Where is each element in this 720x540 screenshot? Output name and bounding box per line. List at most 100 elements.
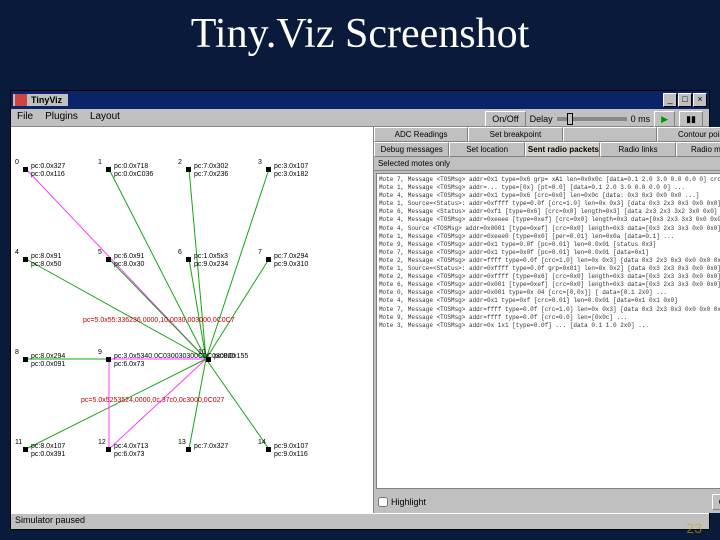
mote-node[interactable] [23,257,28,262]
menu-layout[interactable]: Layout [90,111,120,124]
clear-button[interactable]: Clear [712,494,720,510]
step-button[interactable]: ▮▮ [679,111,703,127]
mote-label: pc:8.0x294pc:0.0x091 [31,353,65,368]
log-line[interactable]: Mote 4, Message <TOSMsg> addr=0xeeee [ty… [379,216,720,224]
mote-node[interactable] [106,357,111,362]
mote-node[interactable] [23,357,28,362]
log-line[interactable]: Mote 6, Message <TOSMsg> addr=0x001 [typ… [379,281,720,289]
log-line[interactable]: Mote 0, Message <TOSMsg> addr=0x001 type… [379,289,720,297]
mote-id: 4 [15,249,19,257]
log-line[interactable]: Mote 2, Message <TOSMsg> addr=0xffff [ty… [379,273,720,281]
mote-id: 6 [178,249,182,257]
play-button[interactable]: ▶ [654,111,675,127]
status-bar: Simulator paused [11,513,709,529]
mote-id: 5 [98,249,102,257]
mote-label: pc:8.0x155 [214,353,248,361]
network-edge [206,259,269,359]
menu-plugins[interactable]: Plugins [45,111,78,124]
mote-label: pc:7.0x294pc:9.0x310 [274,253,308,268]
tab-sent-radio-packets[interactable]: Sent radio packets [525,142,600,157]
highlight-checkbox[interactable]: Highlight [378,497,426,507]
tab-set-breakpoint[interactable]: Set breakpoint [468,127,562,142]
network-edge [26,259,206,359]
log-line[interactable]: Mote 3, Message <TOSMsg> addr=0x 1x1 [ty… [379,322,720,330]
mote-id: 11 [15,439,22,447]
mote-label: pc:1.0x5x3pc:9.0x234 [194,253,228,268]
mote-node[interactable] [106,167,111,172]
slider-thumb[interactable] [567,113,573,125]
selected-motes-label: Selected motes only [374,157,720,171]
tabs-row1: ADC Readings Set breakpoint Contour poin… [374,127,720,142]
close-button[interactable]: × [693,93,707,107]
app-icon [15,94,27,106]
mote-node[interactable] [266,447,271,452]
mote-node[interactable] [106,257,111,262]
mote-node[interactable] [106,447,111,452]
menu-file[interactable]: File [17,111,33,124]
log-line[interactable]: Mote 7, Message <TOSMsg> addr=0x1 type=0… [379,249,720,257]
log-line[interactable]: Mote 2, Message <TOSMsg> addr=ffff type=… [379,257,720,265]
tab-radio-model[interactable]: Radio model [676,142,720,157]
tab-blank[interactable] [563,127,657,142]
menubar: File Plugins Layout On/Off Delay 0 ms ▶ … [11,109,709,127]
log-line[interactable]: Mote 4, Source <TOSMsg> addr=0x0001 [typ… [379,225,720,233]
mote-node[interactable] [23,167,28,172]
slide-page-number: 23 [686,520,702,536]
mote-node[interactable] [206,357,211,362]
mote-id: 14 [258,439,266,447]
log-line[interactable]: Mote 4, Message <TOSMsg> addr=0x1 type=0… [379,297,720,305]
log-line[interactable]: Mote 1, Source=<Status>: addr=0xffff typ… [379,200,720,208]
mote-label: pc:7.0x327 [194,443,228,451]
log-line[interactable]: Mote 7, Message <TOSMsg> addr=0x1 type=0… [379,176,720,184]
mote-node[interactable] [266,167,271,172]
packet-log[interactable]: Mote 7, Message <TOSMsg> addr=0x1 type=0… [376,173,720,489]
mote-node[interactable] [186,447,191,452]
window-title: TinyViz [31,95,62,105]
bottom-bar: Highlight Clear [374,491,720,513]
mote-id: 0 [15,159,19,167]
mote-id: 12 [98,439,106,447]
right-panel: ADC Readings Set breakpoint Contour poin… [374,127,720,513]
main-area: 0pc:0.0x327pc:0.0x1161pc:0.0x718pc:0.0xC… [11,127,709,513]
log-line[interactable]: Mote 9, Message <TOSMsg> addr=0x1 type=0… [379,241,720,249]
mote-label: pc:8.0x91pc:8.0x50 [31,253,61,268]
highlight-check-input[interactable] [378,497,388,507]
mote-node[interactable] [266,257,271,262]
tab-contour-points[interactable]: Contour points [657,127,720,142]
mote-id: 7 [258,249,262,257]
mote-label: pc:0.0x718pc:0.0xC036 [114,163,153,178]
tab-adc-readings[interactable]: ADC Readings [374,127,468,142]
log-line[interactable]: Mote 9, Message <TOSMsg> addr=ffff type=… [379,314,720,322]
tab-debug-messages[interactable]: Debug messages [374,142,449,157]
log-line[interactable]: Mote 4, Message <TOSMsg> addr=0x1 type=0… [379,192,720,200]
tabs-row2: Debug messages Set location Sent radio p… [374,142,720,157]
mote-node[interactable] [186,167,191,172]
tinyviz-window: TinyViz _ □ × File Plugins Layout On/Off… [10,90,710,530]
maximize-button[interactable]: □ [678,93,692,107]
tab-radio-links[interactable]: Radio links [600,142,675,157]
mote-id: 9 [98,349,102,357]
mote-label: pc:3.0x107pc:3.0x182 [274,163,308,178]
mote-label: pc:9.0x107pc:9.0x116 [274,443,308,458]
mote-node[interactable] [186,257,191,262]
delay-label: Delay [530,114,553,124]
mote-id: 13 [178,439,186,447]
mote-label: pc:4.0x713pc:6.0x73 [114,443,148,458]
log-line[interactable]: Mote 1, Message <TOSMsg> addr=0xeee0 [ty… [379,233,720,241]
delay-slider[interactable] [557,117,627,121]
toolbar: On/Off Delay 0 ms ▶ ▮▮ [485,111,703,127]
titlebar: TinyViz _ □ × [11,91,709,109]
log-line[interactable]: Mote 7, Message <TOSMsg> addr=ffff type=… [379,306,720,314]
minimize-button[interactable]: _ [663,93,677,107]
onoff-button[interactable]: On/Off [485,111,525,127]
mote-label: pc:6.0x91pc:8.0x30 [114,253,144,268]
tab-set-location[interactable]: Set location [449,142,524,157]
log-line[interactable]: Mote 1, Message <TOSMsg> addr=... type=[… [379,184,720,192]
mote-label: pc:0.0x327pc:0.0x116 [31,163,65,178]
network-canvas[interactable]: 0pc:0.0x327pc:0.0x1161pc:0.0x718pc:0.0xC… [11,127,374,513]
mote-node[interactable] [23,447,28,452]
window-controls: _ □ × [663,93,707,107]
mote-label: pc:8.0x107pc:0.0x391 [31,443,65,458]
log-line[interactable]: Mote 1, Source=<Status>: addr=0xffff typ… [379,265,720,273]
log-line[interactable]: Mote 6, Message <Status> addr=0xf1 [type… [379,208,720,216]
